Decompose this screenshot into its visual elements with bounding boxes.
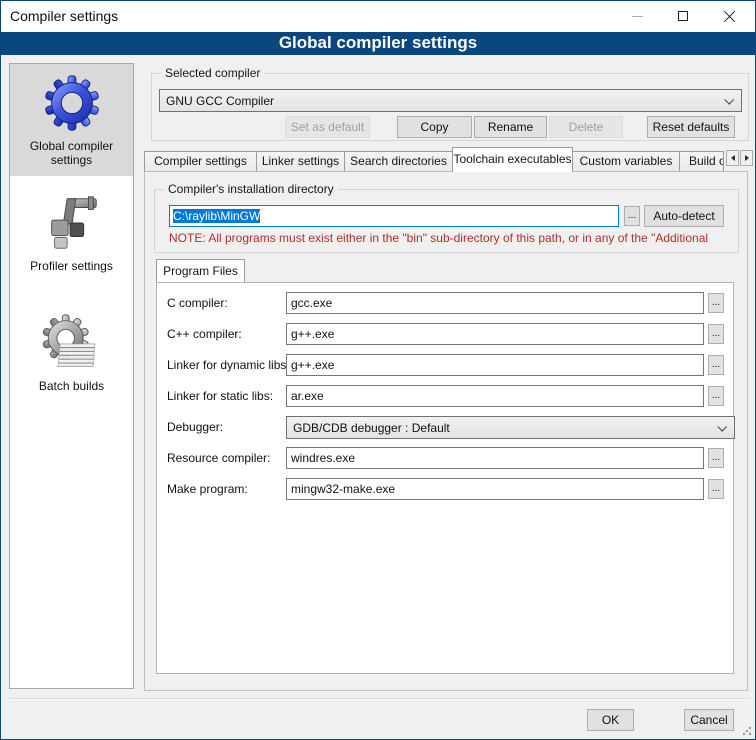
c-compiler-input[interactable] xyxy=(286,292,704,314)
program-files-page: C compiler: ... C++ compiler: ... Linker… xyxy=(156,282,734,674)
browse-dynamic-linker-button[interactable]: ... xyxy=(708,355,724,375)
blue-gear-icon xyxy=(40,71,104,135)
set-as-default-button[interactable]: Set as default xyxy=(285,116,370,138)
field-label: C compiler: xyxy=(167,296,228,310)
bin-subdirectory-note: NOTE: All programs must exist either in … xyxy=(169,231,735,245)
tab-build-options-truncated[interactable]: Build options xyxy=(679,151,724,172)
selected-compiler-group: Selected compiler GNU GCC Compiler Set a… xyxy=(151,73,749,141)
tab-program-files[interactable]: Program Files xyxy=(156,259,245,282)
field-label: Debugger: xyxy=(167,420,223,434)
make-program-row: Make program: ... xyxy=(157,478,733,500)
sidebar-item-label: Global compiler settings xyxy=(10,135,133,176)
tab-scroll-left-button[interactable] xyxy=(726,150,739,166)
browse-static-linker-button[interactable]: ... xyxy=(708,386,724,406)
close-icon xyxy=(723,10,736,23)
close-button[interactable] xyxy=(706,1,752,31)
installation-directory-group: Compiler's installation directory C:\ray… xyxy=(154,189,739,253)
field-label: Resource compiler: xyxy=(167,451,270,465)
maximize-icon xyxy=(678,11,688,21)
chevron-down-icon xyxy=(717,422,727,432)
reset-defaults-button[interactable]: Reset defaults xyxy=(647,116,735,138)
sidebar-item-label: Batch builds xyxy=(10,375,133,402)
resize-grip[interactable] xyxy=(742,726,752,736)
selected-text: C:\raylib\MinGW xyxy=(173,209,260,223)
cpp-compiler-input[interactable] xyxy=(286,323,704,345)
browse-cpp-compiler-button[interactable]: ... xyxy=(708,324,724,344)
field-label: Linker for dynamic libs: xyxy=(167,358,290,372)
group-label: Selected compiler xyxy=(161,66,264,80)
sidebar-item-profiler-settings[interactable]: Profiler settings xyxy=(10,184,133,282)
static-linker-input[interactable] xyxy=(286,385,704,407)
page-title: Global compiler settings xyxy=(1,32,755,55)
compiler-select[interactable]: GNU GCC Compiler xyxy=(159,89,742,112)
minimize-button[interactable] xyxy=(614,1,660,31)
sidebar-item-global-compiler-settings[interactable]: Global compiler settings xyxy=(10,64,133,176)
compiler-select-value: GNU GCC Compiler xyxy=(166,94,274,108)
tab-compiler-settings[interactable]: Compiler settings xyxy=(144,151,257,172)
debugger-row: Debugger: GDB/CDB debugger : Default xyxy=(157,416,733,438)
tab-linker-settings[interactable]: Linker settings xyxy=(256,151,345,172)
tab-toolchain-executables[interactable]: Toolchain executables xyxy=(452,147,573,172)
browse-directory-button[interactable]: ... xyxy=(624,206,640,226)
field-label: Linker for static libs: xyxy=(167,389,273,403)
installation-directory-input[interactable]: C:\raylib\MinGW xyxy=(169,205,619,227)
batch-builds-gear-icon xyxy=(40,311,104,375)
auto-detect-button[interactable]: Auto-detect xyxy=(644,205,724,227)
debugger-select[interactable]: GDB/CDB debugger : Default xyxy=(286,416,735,439)
minimize-icon xyxy=(632,16,643,17)
resource-compiler-row: Resource compiler: ... xyxy=(157,447,733,469)
copy-button[interactable]: Copy xyxy=(397,116,472,138)
dynamic-linker-input[interactable] xyxy=(286,354,704,376)
arrow-right-icon xyxy=(745,155,749,161)
field-label: Make program: xyxy=(167,482,248,496)
rename-button[interactable]: Rename xyxy=(474,116,547,138)
cpp-compiler-row: C++ compiler: ... xyxy=(157,323,733,345)
tab-scroll-right-button[interactable] xyxy=(740,150,753,166)
footer-divider xyxy=(9,698,749,700)
group-label: Compiler's installation directory xyxy=(164,182,338,196)
debugger-select-value: GDB/CDB debugger : Default xyxy=(293,421,450,435)
cancel-button[interactable]: Cancel xyxy=(684,709,734,731)
static-linker-row: Linker for static libs: ... xyxy=(157,385,733,407)
window-title: Compiler settings xyxy=(10,8,118,24)
dynamic-linker-row: Linker for dynamic libs: ... xyxy=(157,354,733,376)
c-compiler-row: C compiler: ... xyxy=(157,292,733,314)
sidebar-item-batch-builds[interactable]: Batch builds xyxy=(10,304,133,402)
tab-search-directories[interactable]: Search directories xyxy=(344,151,453,172)
settings-category-list: Global compiler settings Profiler settin… xyxy=(9,63,134,689)
maximize-button[interactable] xyxy=(660,1,706,31)
arrow-left-icon xyxy=(731,155,735,161)
titlebar[interactable]: Compiler settings xyxy=(1,1,755,32)
resource-compiler-input[interactable] xyxy=(286,447,704,469)
browse-c-compiler-button[interactable]: ... xyxy=(708,293,724,313)
chevron-down-icon xyxy=(724,95,734,105)
compiler-settings-dialog: Compiler settings Global compiler settin… xyxy=(0,0,756,740)
delete-button[interactable]: Delete xyxy=(549,116,623,138)
sidebar-item-label: Profiler settings xyxy=(10,255,133,282)
ok-button[interactable]: OK xyxy=(587,709,634,731)
profiler-caliper-icon xyxy=(40,191,104,255)
browse-make-program-button[interactable]: ... xyxy=(708,479,724,499)
field-label: C++ compiler: xyxy=(167,327,242,341)
browse-resource-compiler-button[interactable]: ... xyxy=(708,448,724,468)
tab-custom-variables[interactable]: Custom variables xyxy=(572,151,680,172)
make-program-input[interactable] xyxy=(286,478,704,500)
